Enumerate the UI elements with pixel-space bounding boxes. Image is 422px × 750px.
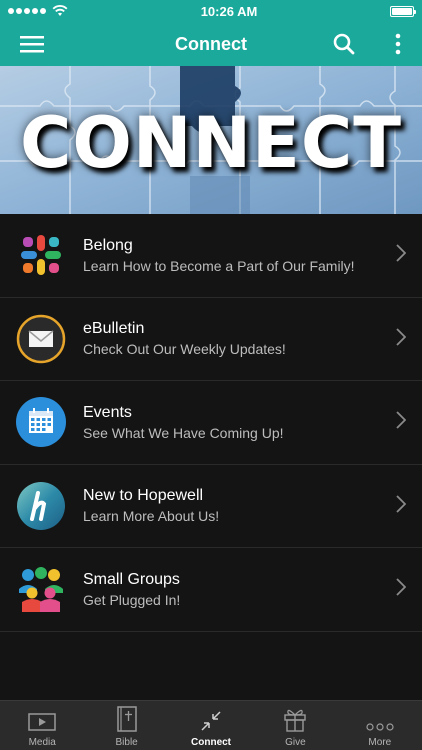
more-options-button[interactable]	[388, 22, 408, 66]
menu-icon	[20, 36, 44, 53]
item-subtitle: Get Plugged In!	[83, 591, 181, 608]
belong-icon	[16, 230, 66, 280]
wifi-icon	[52, 5, 68, 16]
search-icon	[333, 33, 355, 55]
item-title: Belong	[83, 236, 133, 254]
connect-icon	[201, 711, 221, 731]
item-subtitle: Check Out Our Weekly Updates!	[83, 341, 286, 358]
search-button[interactable]	[326, 22, 362, 66]
tab-label: Media	[28, 737, 56, 748]
banner-title: CONNECT	[20, 102, 402, 184]
battery-icon	[389, 5, 416, 17]
people-group-icon	[16, 564, 66, 614]
more-dots-icon	[366, 723, 394, 731]
chevron-right-icon	[396, 327, 406, 346]
chevron-right-icon	[396, 578, 406, 596]
connect-banner: CONNECT	[0, 66, 422, 214]
status-time: 10:26 AM	[200, 3, 258, 19]
status-bar: 10:26 AM	[0, 0, 422, 22]
status-left	[8, 5, 68, 17]
tab-bar: Media Bible Connect Give More	[0, 700, 422, 750]
envelope-icon	[16, 314, 66, 364]
item-subtitle: See What We Have Coming Up!	[83, 424, 284, 441]
chevron-right-icon	[396, 494, 406, 513]
list-item-belong[interactable]: Belong Learn How to Become a Part of Our…	[0, 214, 422, 298]
tab-connect[interactable]: Connect	[169, 701, 253, 750]
nav-bar: Connect	[0, 22, 422, 66]
item-title: Events	[83, 403, 132, 421]
list-item-events[interactable]: Events See What We Have Coming Up!	[0, 381, 422, 465]
video-icon	[28, 713, 56, 731]
more-vertical-icon	[395, 33, 401, 55]
tab-label: Give	[285, 737, 306, 748]
tab-give[interactable]: Give	[253, 701, 337, 750]
battery-level	[391, 7, 412, 15]
gift-icon	[284, 709, 307, 732]
item-title: Small Groups	[83, 570, 180, 588]
chevron-right-icon	[396, 411, 406, 429]
hopewell-logo-icon	[16, 481, 66, 531]
page-title: Connect	[175, 33, 247, 54]
tab-label: Bible	[115, 737, 138, 748]
tab-label: Connect	[191, 737, 232, 748]
tab-label: More	[368, 737, 392, 748]
list-item-small-groups[interactable]: Small Groups Get Plugged In!	[0, 548, 422, 632]
item-subtitle: Learn How to Become a Part of Our Family…	[83, 257, 355, 274]
list-item-ebulletin[interactable]: eBulletin Check Out Our Weekly Updates!	[0, 298, 422, 381]
bible-icon	[116, 706, 137, 732]
list-item-new-to-hopewell[interactable]: New to Hopewell Learn More About Us!	[0, 465, 422, 548]
calendar-icon	[16, 397, 66, 448]
tab-more[interactable]: More	[338, 701, 422, 750]
tab-media[interactable]: Media	[0, 701, 84, 750]
signal-icon	[8, 8, 46, 14]
menu-button[interactable]	[12, 22, 52, 66]
chevron-right-icon	[396, 244, 406, 262]
item-title: New to Hopewell	[83, 487, 204, 505]
item-subtitle: Learn More About Us!	[83, 508, 220, 525]
tab-bible[interactable]: Bible	[84, 701, 168, 750]
item-title: eBulletin	[83, 320, 145, 338]
connect-list: Belong Learn How to Become a Part of Our…	[0, 214, 422, 632]
